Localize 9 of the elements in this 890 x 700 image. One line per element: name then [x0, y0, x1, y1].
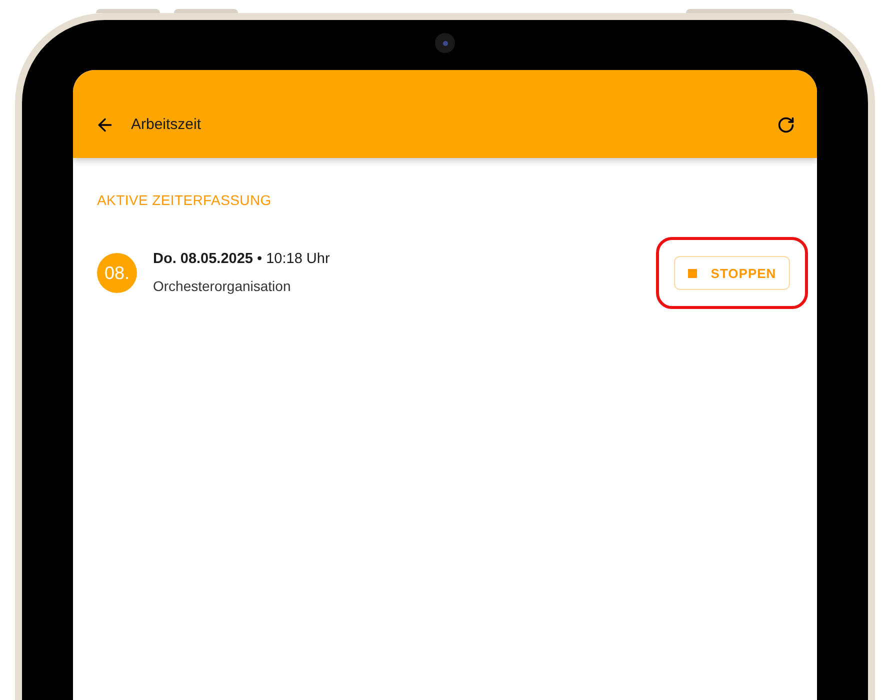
- entry-subtitle: Orchesterorganisation: [153, 277, 292, 296]
- stop-button[interactable]: STOPPEN: [674, 256, 790, 290]
- camera-icon: [435, 33, 455, 54]
- app-bar-title: Arbeitszeit: [131, 115, 202, 136]
- section-title: AKTIVE ZEITERFASSUNG: [97, 191, 272, 210]
- entry-date-time: Do. 08.05.2025 • 10:18 Uhr: [153, 250, 330, 270]
- day-badge: 08.: [97, 253, 137, 294]
- refresh-icon[interactable]: [777, 116, 795, 134]
- stop-icon: [688, 268, 697, 278]
